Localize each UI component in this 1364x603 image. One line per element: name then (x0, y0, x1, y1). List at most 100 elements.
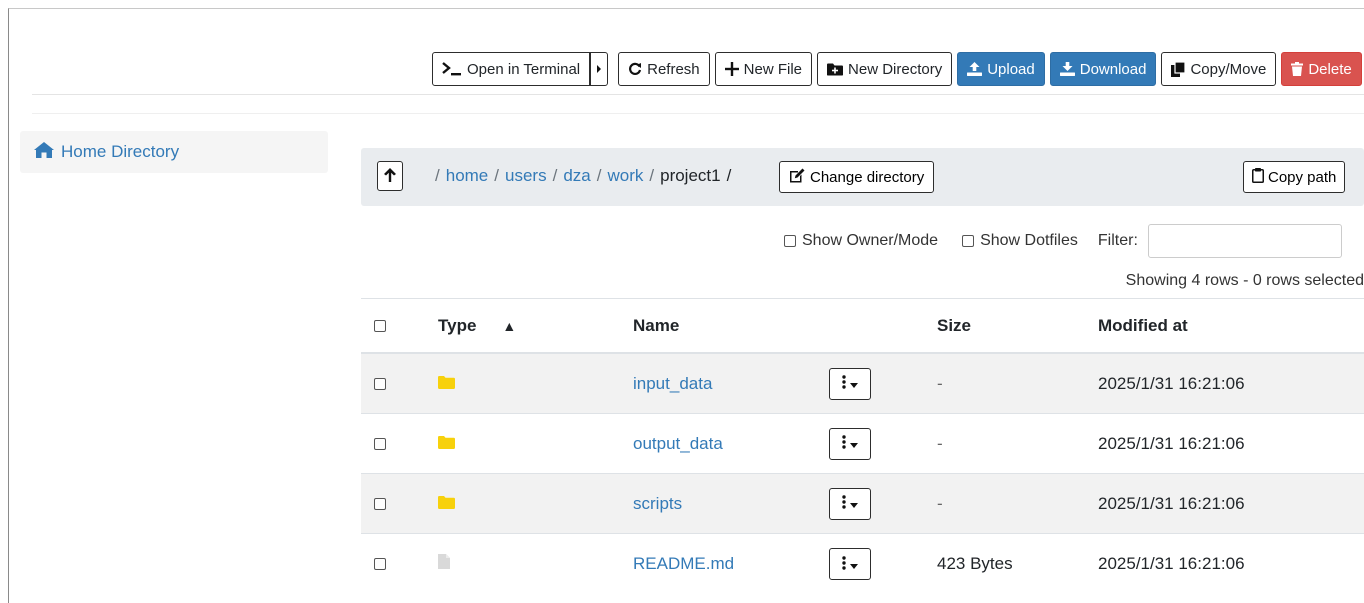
folder-icon (438, 434, 455, 454)
download-button[interactable]: Download (1049, 52, 1157, 86)
delete-button[interactable]: Delete (1281, 52, 1362, 86)
clipboard-icon (1252, 167, 1264, 187)
row-actions-button[interactable] (829, 487, 871, 520)
sidebar-item-label: Home Directory (61, 142, 180, 161)
type-cell (438, 474, 455, 533)
modified-cell: 2025/1/31 16:21:06 (1098, 433, 1245, 453)
modified-cell: 2025/1/31 16:21:06 (1098, 373, 1245, 393)
row-actions-button[interactable] (829, 548, 871, 580)
select-all-checkbox[interactable] (374, 319, 386, 332)
row-checkbox-cell (374, 534, 386, 594)
sidebar-item-home-directory[interactable]: Home Directory (20, 131, 328, 173)
arrow-up-icon (384, 167, 396, 185)
copy-path-button[interactable]: Copy path (1243, 161, 1346, 193)
file-icon (438, 554, 450, 574)
terminal-icon (442, 62, 462, 76)
trash-icon (1291, 62, 1304, 76)
new-directory-button[interactable]: New Directory (817, 52, 953, 86)
table-header: Type ▲ Name Size Modified at (361, 298, 1364, 354)
upload-button[interactable]: Upload (957, 52, 1045, 86)
copy-icon (1171, 61, 1186, 77)
download-icon (1059, 62, 1075, 76)
new-file-button[interactable]: New File (714, 52, 813, 86)
caret-down-icon (850, 436, 858, 451)
size-cell: - (937, 433, 943, 453)
open-terminal-button[interactable]: Open in Terminal (432, 52, 591, 86)
type-cell (438, 534, 450, 594)
row-checkbox-cell (374, 414, 386, 473)
copy-move-label: Copy/Move (1190, 60, 1267, 78)
breadcrumb-separator: / (649, 166, 655, 185)
copy-path-label: Copy path (1268, 168, 1337, 186)
name-cell: output_data (633, 414, 723, 473)
content-divider (32, 113, 1364, 114)
file-name-link[interactable]: README.md (633, 554, 734, 574)
size-column-header[interactable]: Size (937, 299, 971, 352)
vertical-ellipsis-icon (842, 435, 846, 452)
options-bar: Show Owner/Mode Show Dotfiles Filter: (784, 224, 1342, 258)
name-cell: README.md (633, 534, 734, 594)
row-count-status: Showing 4 rows - 0 rows selected (1125, 272, 1364, 289)
folder-icon (438, 494, 455, 514)
menu-cell (829, 474, 871, 533)
vertical-ellipsis-icon (842, 555, 846, 573)
table-row[interactable]: README.md 423 Bytes 2025/1/31 16:21:06 (361, 534, 1364, 594)
row-checkbox[interactable] (374, 497, 386, 510)
upload-icon (967, 62, 983, 76)
sort-ascending-icon: ▲ (502, 317, 517, 334)
breadcrumb-home[interactable]: home (446, 166, 489, 186)
caret-down-icon (850, 376, 858, 391)
file-name-link[interactable]: input_data (633, 374, 712, 394)
show-dotfiles-checkbox[interactable]: Show Dotfiles (962, 232, 1078, 250)
show-owner-mode-label: Show Owner/Mode (802, 232, 939, 249)
refresh-icon (628, 62, 642, 76)
checkbox-box[interactable] (784, 235, 796, 247)
filter-input[interactable] (1147, 224, 1342, 258)
row-checkbox[interactable] (374, 377, 386, 390)
menu-cell (829, 354, 871, 413)
breadcrumb: / home / users / dza / work / project1 / (435, 166, 731, 186)
open-terminal-label: Open in Terminal (467, 60, 581, 78)
breadcrumb-dza[interactable]: dza (563, 166, 590, 186)
type-column-header[interactable]: Type ▲ (438, 299, 516, 352)
modified-cell: 2025/1/31 16:21:06 (1098, 554, 1245, 573)
refresh-button[interactable]: Refresh (618, 52, 710, 86)
table-row[interactable]: output_data - 2025/1/31 16:21:06 (361, 414, 1364, 474)
breadcrumb-users[interactable]: users (505, 166, 547, 186)
parent-directory-button[interactable] (377, 161, 403, 191)
file-name-link[interactable]: scripts (633, 494, 682, 514)
row-checkbox[interactable] (374, 437, 386, 450)
breadcrumb-work[interactable]: work (607, 166, 643, 186)
breadcrumb-separator: / (552, 166, 558, 185)
new-directory-label: New Directory (848, 60, 943, 78)
vertical-ellipsis-icon (842, 495, 846, 512)
type-header-label: Type (438, 315, 477, 335)
size-cell: - (937, 373, 943, 393)
name-cell: scripts (633, 474, 682, 533)
checkbox-box[interactable] (962, 235, 975, 247)
upload-label: Upload (987, 60, 1035, 78)
row-actions-button[interactable] (829, 427, 871, 460)
row-checkbox-cell (374, 474, 386, 533)
toolbar-divider (32, 94, 1364, 95)
change-directory-button[interactable]: Change directory (779, 161, 935, 193)
show-owner-mode-checkbox[interactable]: Show Owner/Mode (784, 232, 938, 250)
file-name-link[interactable]: output_data (633, 434, 723, 454)
size-cell: - (937, 493, 943, 513)
download-label: Download (1079, 60, 1147, 78)
copy-move-button[interactable]: Copy/Move (1161, 52, 1277, 86)
breadcrumb-separator: / (435, 166, 440, 185)
row-checkbox-cell (374, 354, 386, 413)
caret-down-icon (850, 557, 858, 572)
file-table: Type ▲ Name Size Modified at input_data … (361, 298, 1364, 594)
breadcrumb-separator: / (726, 166, 732, 185)
modified-column-header[interactable]: Modified at (1098, 299, 1188, 352)
table-row[interactable]: input_data - 2025/1/31 16:21:06 (361, 354, 1364, 414)
filter-label: Filter: (1097, 232, 1138, 249)
terminal-dropdown-toggle[interactable] (590, 52, 609, 86)
name-column-header[interactable]: Name (633, 299, 679, 352)
type-cell (438, 414, 455, 473)
table-row[interactable]: scripts - 2025/1/31 16:21:06 (361, 474, 1364, 534)
row-checkbox[interactable] (374, 558, 386, 570)
row-actions-button[interactable] (829, 367, 871, 400)
